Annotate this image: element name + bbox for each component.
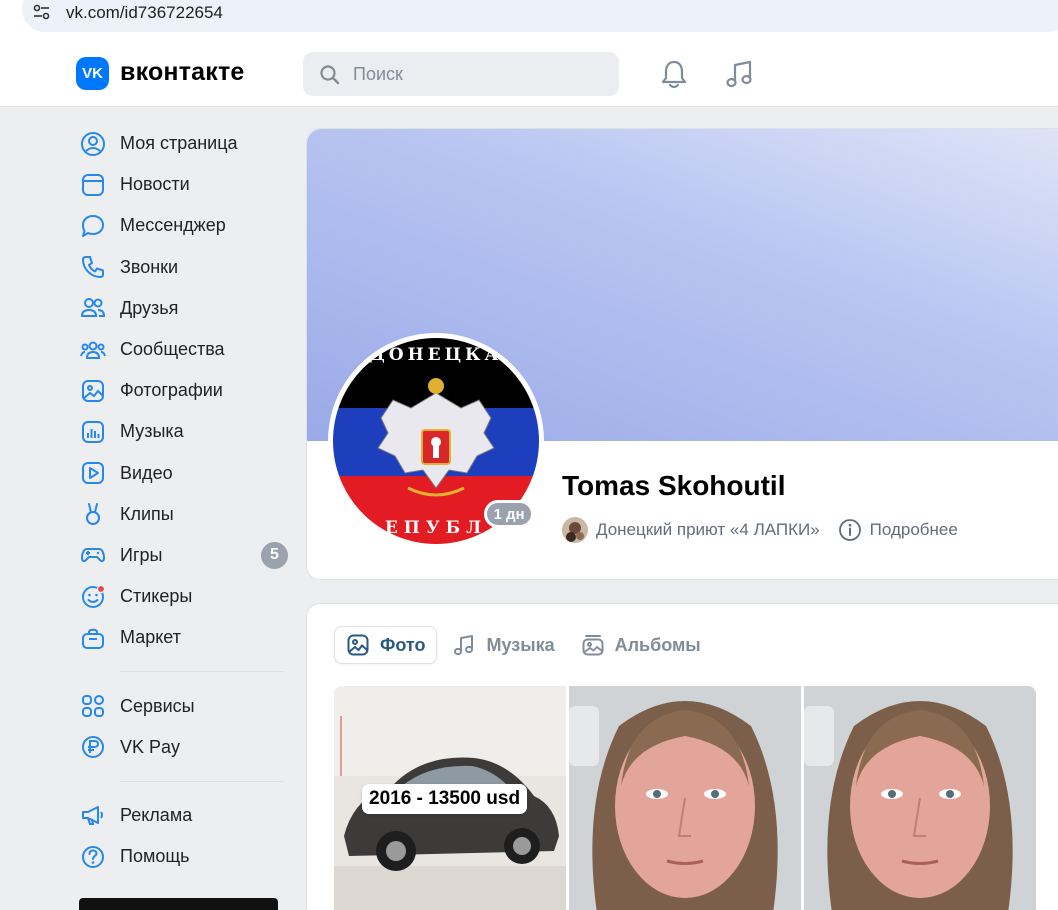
sidebar-item-label: Сообщества xyxy=(120,339,225,360)
photo-icon xyxy=(347,634,369,656)
search-icon xyxy=(320,65,340,85)
portrait-photo xyxy=(804,686,1036,910)
sidebar-item-label: VK Pay xyxy=(120,736,181,757)
ads-icon xyxy=(82,806,103,826)
sidebar-divider xyxy=(120,671,284,673)
sidebar-item-video[interactable]: Видео xyxy=(78,453,290,494)
tab-music[interactable]: Музыка xyxy=(441,626,565,664)
sidebar-item-label: Звонки xyxy=(120,256,179,277)
browser-address-bar: vk.com/id736722654 xyxy=(0,0,1058,40)
sidebar-item-my-page[interactable]: Моя страница xyxy=(78,123,290,164)
more-info-link[interactable]: Подробнее xyxy=(870,520,958,540)
music-icon xyxy=(82,420,104,443)
sidebar-item-label: Моя страница xyxy=(120,133,238,154)
left-sidebar: Моя страница Новости Мессенджер Звонки Д… xyxy=(78,123,290,877)
sidebar-item-games[interactable]: Игры 5 xyxy=(78,535,290,576)
albums-icon xyxy=(582,635,604,656)
message-icon xyxy=(82,214,104,237)
sidebar-item-calls[interactable]: Звонки xyxy=(78,247,290,288)
phone-icon xyxy=(82,256,104,279)
sidebar-item-label: Игры xyxy=(120,544,163,565)
group-avatar[interactable] xyxy=(562,517,588,543)
user-circle-icon xyxy=(81,131,105,156)
vk-logo-icon[interactable]: VK xyxy=(76,57,109,90)
tab-albums[interactable]: Альбомы xyxy=(570,626,712,664)
profile-name: Tomas Skohoutil xyxy=(562,470,786,501)
sidebar-item-communities[interactable]: Сообщества xyxy=(78,329,290,370)
sidebar-footer-banner[interactable] xyxy=(79,898,278,910)
games-icon xyxy=(81,548,105,563)
photo-thumb-portrait[interactable] xyxy=(569,686,801,910)
communities-icon xyxy=(80,341,106,359)
friends-icon xyxy=(80,298,106,318)
sidebar-item-label: Реклама xyxy=(120,804,193,825)
sidebar-item-help[interactable]: Помощь xyxy=(78,836,290,877)
vkpay-icon xyxy=(82,736,104,759)
url-text[interactable]: vk.com/id736722654 xyxy=(66,3,223,23)
photo-thumb-portrait[interactable] xyxy=(804,686,1036,910)
site-settings-icon[interactable] xyxy=(32,4,52,20)
photo-grid: 2016 - 13500 usd xyxy=(334,686,1039,910)
sidebar-item-messenger[interactable]: Мессенджер xyxy=(78,205,290,246)
top-header: VK вконтакте Поиск xyxy=(0,40,1058,107)
tab-label: Музыка xyxy=(486,634,555,655)
sidebar-item-label: Новости xyxy=(120,174,190,195)
notifications-bell-icon[interactable] xyxy=(659,58,689,90)
sidebar-item-label: Маркет xyxy=(120,627,181,648)
photo-caption: 2016 - 13500 usd xyxy=(362,784,528,814)
vk-logo-text[interactable]: вконтакте xyxy=(120,58,245,87)
tab-photos[interactable]: Фото xyxy=(334,626,438,664)
sidebar-item-stickers[interactable]: Стикеры xyxy=(78,576,290,617)
games-count-badge: 5 xyxy=(261,541,288,569)
clips-icon xyxy=(86,503,100,526)
avatar-text-bottom: ЕПУБЛ xyxy=(385,518,487,538)
sidebar-item-label: Фотографии xyxy=(120,380,223,401)
sidebar-item-market[interactable]: Маркет xyxy=(78,617,290,658)
media-card: Фото Музыка Альбомы 2016 - 13500 usd xyxy=(306,603,1058,910)
sidebar-item-services[interactable]: Сервисы xyxy=(78,685,290,726)
last-online-badge: 1 дн xyxy=(484,500,534,528)
sidebar-item-photos[interactable]: Фотографии xyxy=(78,370,290,411)
music-note-icon xyxy=(454,635,474,656)
sidebar-item-label: Мессенджер xyxy=(120,215,226,236)
search-placeholder: Поиск xyxy=(353,64,403,84)
market-icon xyxy=(82,628,104,649)
sidebar-divider xyxy=(120,780,284,782)
stickers-icon xyxy=(82,584,106,608)
sidebar-item-clips[interactable]: Клипы xyxy=(78,494,290,535)
sidebar-item-friends[interactable]: Друзья xyxy=(78,288,290,329)
sidebar-item-label: Сервисы xyxy=(120,695,195,716)
sidebar-item-news[interactable]: Новости xyxy=(78,164,290,205)
portrait-photo xyxy=(569,686,801,910)
photo-icon xyxy=(82,379,104,402)
media-tabs: Фото Музыка Альбомы xyxy=(334,626,716,664)
sidebar-item-label: Музыка xyxy=(120,421,184,442)
info-icon[interactable] xyxy=(838,518,862,542)
video-icon xyxy=(82,462,104,485)
sidebar-item-label: Помощь xyxy=(120,846,190,867)
sidebar-item-label: Видео xyxy=(120,462,173,483)
services-icon xyxy=(82,695,104,718)
help-icon xyxy=(82,845,104,868)
news-icon xyxy=(82,173,104,196)
search-input[interactable]: Поиск xyxy=(303,52,619,96)
photo-thumb-car[interactable]: 2016 - 13500 usd xyxy=(334,686,566,910)
sidebar-item-label: Стикеры xyxy=(120,586,193,607)
tab-label: Фото xyxy=(380,634,426,655)
sidebar-item-vkpay[interactable]: VK Pay xyxy=(78,727,290,768)
sidebar-item-label: Клипы xyxy=(120,503,174,524)
music-player-icon[interactable] xyxy=(723,58,755,90)
sidebar-item-label: Друзья xyxy=(120,297,179,318)
sidebar-item-ads[interactable]: Реклама xyxy=(78,795,290,836)
profile-meta: Донецкий приют «4 ЛАПКИ» Подробнее xyxy=(562,517,958,543)
sidebar-item-music[interactable]: Музыка xyxy=(78,411,290,452)
group-link[interactable]: Донецкий приют «4 ЛАПКИ» xyxy=(596,520,820,540)
tab-label: Альбомы xyxy=(614,634,701,655)
